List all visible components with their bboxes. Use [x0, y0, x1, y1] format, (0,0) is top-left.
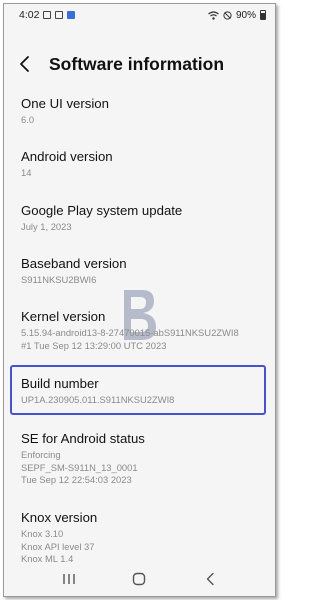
home-icon — [133, 572, 146, 586]
image-icon — [43, 11, 52, 19]
recents-button[interactable] — [57, 569, 81, 589]
header: Software information — [4, 44, 275, 84]
list-item-se-android-status[interactable]: SE for Android status Enforcing SEPF_SM-… — [21, 431, 265, 487]
chevron-left-icon — [20, 56, 29, 72]
status-bar: 4:02 90% — [4, 4, 275, 26]
list-item-android-version[interactable]: Android version 14 — [21, 149, 265, 180]
page-title: Software information — [49, 53, 225, 74]
nav-back-button[interactable] — [198, 569, 222, 589]
list-item-baseband-version[interactable]: Baseband version S911NKSU2BWI6 — [21, 256, 265, 287]
list-item-one-ui-version[interactable]: One UI version 6.0 — [21, 96, 265, 127]
navigation-bar — [4, 562, 275, 596]
app-icon — [55, 11, 64, 19]
phone-screen: 4:02 90% Software information One UI ver… — [3, 3, 276, 597]
back-icon — [206, 572, 214, 586]
app-icon-filled — [67, 11, 76, 19]
build-number-highlight — [10, 365, 266, 415]
mute-icon — [223, 10, 232, 20]
battery-icon — [260, 10, 266, 20]
battery-percent: 90% — [235, 9, 256, 21]
list-item-google-play-system-update[interactable]: Google Play system update July 1, 2023 — [21, 203, 265, 234]
recents-icon — [63, 574, 75, 584]
back-button[interactable] — [19, 54, 39, 74]
list-item-kernel-version[interactable]: Kernel version 5.15.94-android13-8-27470… — [21, 309, 265, 352]
status-time: 4:02 — [19, 9, 40, 21]
wifi-icon — [208, 10, 219, 20]
list-item-knox-version[interactable]: Knox version Knox 3.10 Knox API level 37… — [21, 510, 265, 566]
home-button[interactable] — [127, 569, 151, 589]
